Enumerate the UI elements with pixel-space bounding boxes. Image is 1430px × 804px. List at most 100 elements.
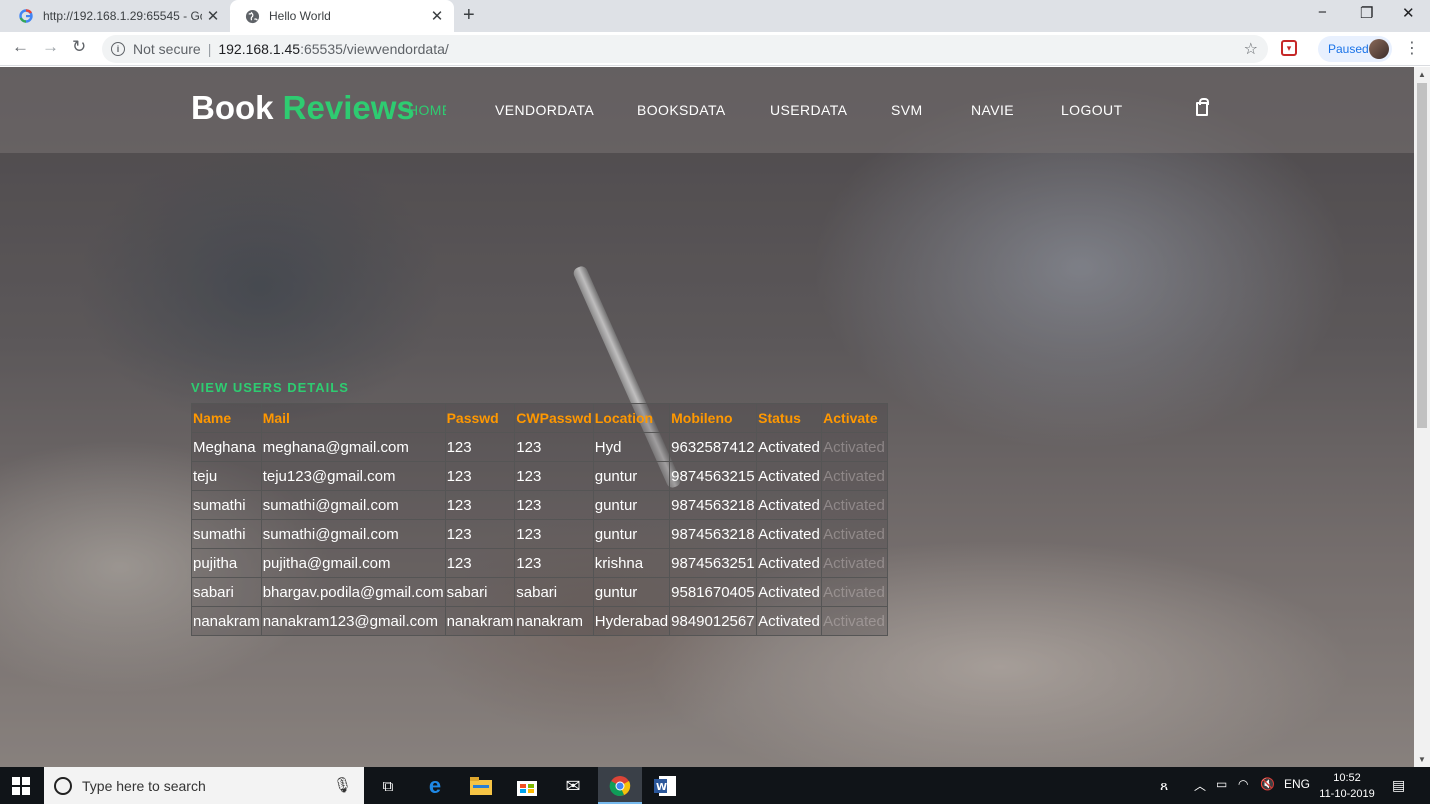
cell-location: guntur [592, 519, 671, 549]
close-window-button[interactable]: ✕ [1402, 4, 1415, 22]
svg-text:W: W [656, 782, 667, 793]
activate-link[interactable]: Activated [821, 432, 889, 462]
address-bar[interactable]: i Not secure | 192.168.1.45 :65535/viewv… [102, 35, 1268, 63]
cell-mail: meghana@gmail.com [260, 432, 446, 462]
minimize-button[interactable]: − [1318, 4, 1327, 21]
pocket-extension-icon[interactable]: ▾ [1281, 40, 1297, 56]
close-tab-icon[interactable]: ✕ [426, 7, 448, 25]
cell-status: Activated [756, 432, 823, 462]
nav-navie[interactable]: NAVIE [971, 102, 1014, 118]
chrome-icon [609, 776, 631, 796]
nav-booksdata[interactable]: BOOKSDATA [637, 102, 726, 118]
cell-passwd: 123 [444, 432, 516, 462]
mail-icon[interactable]: ✉ [561, 774, 585, 798]
chrome-taskbar-button[interactable] [598, 767, 642, 804]
cell-passwd: sabari [444, 577, 516, 607]
back-arrow-icon[interactable]: ← [12, 37, 29, 57]
nav-userdata[interactable]: USERDATA [770, 102, 847, 118]
table-row: nanakram nanakram123@gmail.com nanakram … [191, 606, 889, 636]
windows-start-icon[interactable] [12, 777, 30, 795]
cell-cwpasswd: 123 [514, 548, 594, 578]
taskbar-clock[interactable]: 10:52 11-10-2019 [1318, 770, 1376, 802]
site-logo[interactable]: Book Reviews [191, 89, 415, 127]
profile-button[interactable]: Paused [1318, 36, 1392, 62]
activate-link[interactable]: Activated [821, 548, 889, 578]
column-header: Name [191, 403, 262, 433]
cell-name: nanakram [191, 606, 262, 636]
cortana-icon[interactable] [54, 776, 72, 795]
scroll-up-icon[interactable]: ▲ [1418, 70, 1426, 79]
cell-name: pujitha [191, 548, 262, 578]
cell-mail: bhargav.podila@gmail.com [260, 577, 446, 607]
menu-kebab-icon[interactable]: ⋮ [1404, 38, 1420, 58]
edge-browser-icon[interactable]: e [423, 773, 447, 798]
activate-link[interactable]: Activated [821, 606, 889, 636]
cell-name: teju [191, 461, 262, 491]
store-icon[interactable] [515, 774, 539, 798]
bookmark-star-icon[interactable]: ☆ [1244, 39, 1258, 59]
cell-mobileno: 9849012567 [669, 606, 758, 636]
cell-name: sabari [191, 577, 262, 607]
scroll-down-icon[interactable]: ▼ [1418, 755, 1426, 764]
scrollbar-thumb[interactable] [1417, 83, 1427, 428]
nav-svm[interactable]: SVM [891, 102, 923, 118]
taskbar-search-box[interactable]: Type here to search 🎙 [44, 767, 364, 804]
cell-location: Hyderabad [592, 606, 671, 636]
site-header: Book Reviews HOME VENDORDATA BOOKSDATA U… [0, 67, 1414, 153]
column-header: CWPasswd [514, 403, 594, 433]
cell-location: guntur [592, 461, 671, 491]
tab-title: http://192.168.1.29:65545 - Goog [43, 9, 202, 23]
browser-tab-bar: http://192.168.1.29:65545 - Goog ✕ Hello… [0, 0, 1430, 32]
cell-passwd: 123 [444, 490, 516, 520]
language-indicator[interactable]: ENG [1284, 777, 1310, 791]
activate-link[interactable]: Activated [821, 519, 889, 549]
nav-vendordata[interactable]: VENDORDATA [495, 102, 594, 118]
action-center-icon[interactable]: ▤ [1392, 777, 1405, 794]
task-view-icon[interactable]: ⧉ [376, 774, 400, 798]
table-header-row: Name Mail Passwd CWPasswd Location Mobil… [191, 403, 889, 433]
wifi-icon[interactable]: ◠ [1238, 777, 1248, 791]
users-table: Name Mail Passwd CWPasswd Location Mobil… [191, 403, 889, 636]
close-tab-icon[interactable]: ✕ [202, 7, 224, 25]
cell-mobileno: 9874563218 [669, 490, 758, 520]
reload-icon[interactable]: ↻ [72, 37, 86, 57]
table-row: sabari bhargav.podila@gmail.com sabari s… [191, 577, 889, 607]
cell-location: guntur [592, 490, 671, 520]
browser-toolbar: ← → ↻ i Not secure | 192.168.1.45 :65535… [0, 32, 1430, 66]
cell-location: krishna [592, 548, 671, 578]
nav-home[interactable]: HOME [408, 102, 446, 118]
forward-arrow-icon[interactable]: → [42, 37, 59, 57]
file-explorer-icon[interactable] [469, 774, 493, 798]
new-tab-button[interactable]: + [463, 4, 475, 27]
activate-link[interactable]: Activated [821, 490, 889, 520]
browser-tab-1[interactable]: http://192.168.1.29:65545 - Goog ✕ [4, 0, 230, 32]
maximize-button[interactable]: ❐ [1360, 4, 1373, 22]
cell-status: Activated [756, 577, 823, 607]
battery-icon[interactable]: ▭ [1216, 777, 1227, 791]
cell-status: Activated [756, 519, 823, 549]
column-header: Activate [821, 403, 889, 433]
info-icon[interactable]: i [111, 42, 125, 56]
google-g-icon [18, 8, 34, 24]
volume-muted-icon[interactable]: 🔇 [1260, 777, 1275, 791]
separator: | [207, 41, 212, 57]
microphone-icon[interactable]: 🎙 [333, 776, 352, 794]
page-scrollbar[interactable]: ▲ ▼ [1414, 67, 1430, 767]
column-header: Mail [260, 403, 446, 433]
nav-logout[interactable]: LOGOUT [1061, 102, 1123, 118]
activate-link[interactable]: Activated [821, 577, 889, 607]
activate-link[interactable]: Activated [821, 461, 889, 491]
browser-tab-2[interactable]: Hello World ✕ [230, 0, 454, 32]
people-icon[interactable]: ጸ [1160, 777, 1168, 794]
cell-mail: teju123@gmail.com [260, 461, 446, 491]
page-viewport: Book Reviews HOME VENDORDATA BOOKSDATA U… [0, 67, 1414, 767]
table-row: sumathi sumathi@gmail.com 123 123 guntur… [191, 519, 889, 549]
table-row: Meghana meghana@gmail.com 123 123 Hyd 96… [191, 432, 889, 462]
word-icon[interactable]: W [653, 774, 677, 798]
clock-time: 10:52 [1333, 772, 1361, 784]
show-hidden-icons-chevron-icon[interactable]: ︿ [1194, 777, 1206, 794]
table-row: teju teju123@gmail.com 123 123 guntur 98… [191, 461, 889, 491]
cell-name: Meghana [191, 432, 262, 462]
shopping-bag-icon[interactable] [1196, 98, 1209, 116]
cell-passwd: nanakram [444, 606, 516, 636]
